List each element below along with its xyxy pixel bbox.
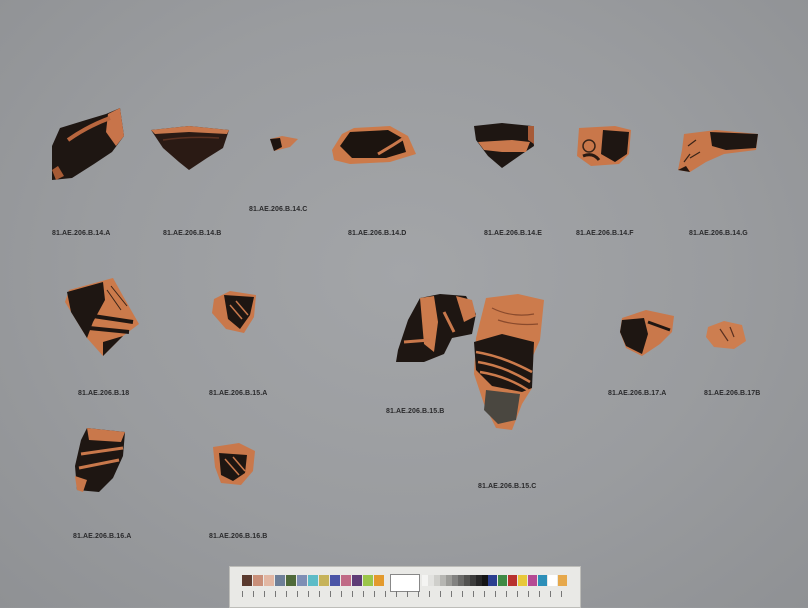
sherd-b14b bbox=[151, 126, 229, 170]
color-swatch bbox=[538, 575, 547, 586]
sherd-b15b bbox=[396, 294, 476, 362]
label-b17a: 81.AE.206.B.17.A bbox=[608, 390, 667, 397]
color-swatch bbox=[308, 575, 318, 586]
label-b14f: 81.AE.206.B.14.F bbox=[576, 230, 634, 237]
color-calibration-card bbox=[229, 566, 581, 608]
color-swatch bbox=[275, 575, 285, 586]
color-swatch bbox=[528, 575, 537, 586]
label-b15c: 81.AE.206.B.15.C bbox=[478, 483, 537, 490]
color-swatch bbox=[374, 575, 384, 586]
sherd-b15a bbox=[212, 291, 256, 333]
center-target bbox=[390, 574, 420, 592]
label-b14c: 81.AE.206.B.14.C bbox=[249, 206, 308, 213]
color-swatch bbox=[508, 575, 517, 586]
color-swatch bbox=[264, 575, 274, 586]
sherd-b14a bbox=[52, 108, 124, 180]
color-swatch bbox=[330, 575, 340, 586]
color-swatch bbox=[363, 575, 373, 586]
sherd-b16a bbox=[75, 428, 125, 492]
label-b14a: 81.AE.206.B.14.A bbox=[52, 230, 111, 237]
color-swatch bbox=[253, 575, 263, 586]
photo-stage: 81.AE.206.B.14.C 81.AE.206.B.14.A 81.AE.… bbox=[0, 0, 808, 608]
label-b14b: 81.AE.206.B.14.B bbox=[163, 230, 222, 237]
sherd-b14f bbox=[577, 126, 631, 166]
sherd-b18 bbox=[65, 278, 139, 356]
color-swatch bbox=[297, 575, 307, 586]
label-b14d: 81.AE.206.B.14.D bbox=[348, 230, 407, 237]
color-swatch bbox=[286, 575, 296, 586]
label-b18: 81.AE.206.B.18 bbox=[78, 390, 130, 397]
label-b15a: 81.AE.206.B.15.A bbox=[209, 390, 268, 397]
ruler-ticks bbox=[242, 591, 572, 597]
color-swatch bbox=[242, 575, 252, 586]
label-b17b: 81.AE.206.B.17B bbox=[704, 390, 761, 397]
color-swatch bbox=[558, 575, 567, 586]
color-swatch bbox=[518, 575, 527, 586]
color-swatch bbox=[488, 575, 497, 586]
sherd-b14d bbox=[332, 126, 416, 164]
color-swatch bbox=[352, 575, 362, 586]
sherd-b15c bbox=[474, 294, 544, 430]
sherd-b14e bbox=[474, 123, 534, 168]
sherd-b17b bbox=[706, 321, 746, 349]
label-b14g: 81.AE.206.B.14.G bbox=[689, 230, 748, 237]
sherd-b14c bbox=[270, 136, 298, 151]
label-b15b: 81.AE.206.B.15.B bbox=[386, 408, 445, 415]
sherd-b14g bbox=[678, 130, 758, 172]
sherd-b16b bbox=[213, 443, 255, 485]
label-b16a: 81.AE.206.B.16.A bbox=[73, 533, 132, 540]
label-b14e: 81.AE.206.B.14.E bbox=[484, 230, 543, 237]
color-swatch bbox=[498, 575, 507, 586]
label-b16b: 81.AE.206.B.16.B bbox=[209, 533, 268, 540]
color-swatch bbox=[319, 575, 329, 586]
color-swatch bbox=[341, 575, 351, 586]
color-swatch bbox=[548, 575, 557, 586]
sherd-b17a bbox=[620, 310, 674, 356]
